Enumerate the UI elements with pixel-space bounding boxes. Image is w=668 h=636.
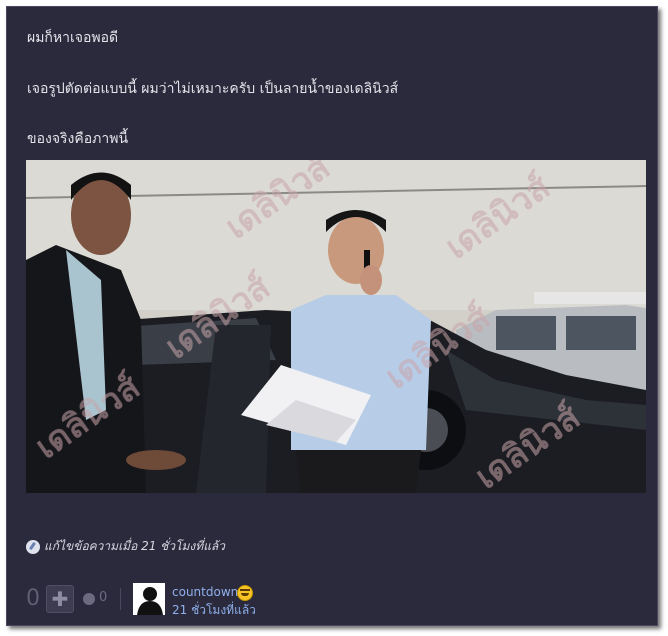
emotion-count: 0	[99, 590, 108, 605]
smiley-icon	[237, 585, 253, 601]
post-line-2: เจอรูปตัดต่อแบบนี้ ผมว่าไม่เหมาะครับ เป็…	[27, 81, 399, 97]
plus-icon: ✚	[51, 587, 69, 611]
post-timestamp[interactable]: 21 ชั่วโมงที่แล้ว	[172, 601, 256, 620]
divider	[120, 588, 121, 610]
avatar[interactable]	[133, 583, 165, 615]
post-line-1: ผมก็หาเจอพอดี	[27, 30, 119, 46]
emotion-icon[interactable]	[83, 593, 95, 605]
plus-button[interactable]: ✚	[46, 585, 74, 613]
edit-note-text: แก้ไขข้อความเมื่อ 21 ชั่วโมงที่แล้ว	[44, 539, 226, 553]
news-photo[interactable]: เดลินิวส์ เดลินิวส์ เดลินิวส์ เดลินิวส์ …	[26, 160, 646, 493]
edit-icon	[26, 539, 40, 554]
avatar-silhouette-icon	[133, 583, 165, 615]
username-link[interactable]: countdown	[172, 585, 238, 599]
vote-count: 0	[26, 586, 40, 611]
edit-note: แก้ไขข้อความเมื่อ 21 ชั่วโมงที่แล้ว	[26, 537, 225, 556]
post-line-3: ของจริงคือภาพนี้	[27, 131, 129, 147]
comment-card: ผมก็หาเจอพอดี เจอรูปตัดต่อแบบนี้ ผมว่าไม…	[6, 6, 658, 626]
photo-illustration: เดลินิวส์ เดลินิวส์ เดลินิวส์ เดลินิวส์ …	[26, 160, 646, 493]
